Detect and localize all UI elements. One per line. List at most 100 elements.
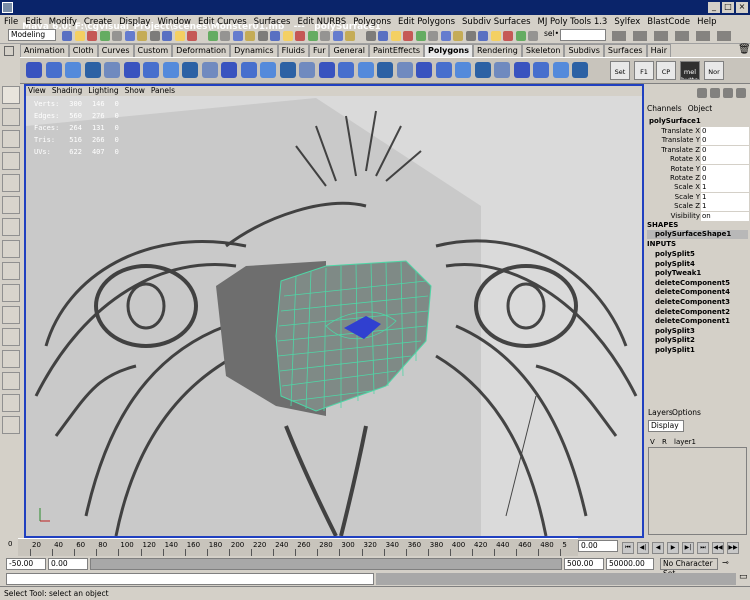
poly-tool-icon[interactable] <box>240 62 257 78</box>
status-tool-icon[interactable] <box>137 31 147 41</box>
status-tool-icon[interactable] <box>149 31 160 41</box>
attribute-row[interactable]: Visibility on <box>645 211 750 221</box>
menu-edit-nurbs[interactable]: Edit NURBS <box>297 17 346 27</box>
poly-tool-icon[interactable] <box>182 62 198 78</box>
shelf-tab-polygons[interactable]: Polygons <box>424 44 474 57</box>
cb-tab-object[interactable]: Object <box>688 104 712 113</box>
status-tool-icon[interactable] <box>295 31 305 41</box>
tool-button[interactable] <box>2 350 20 368</box>
playback-start-field[interactable]: 0.00 <box>48 558 88 570</box>
playback-button-4[interactable]: ▶| <box>682 542 694 554</box>
poly-tool-icon[interactable] <box>474 62 491 78</box>
tool-button[interactable] <box>2 328 20 346</box>
status-tool-icon[interactable] <box>307 31 318 41</box>
render-icon[interactable] <box>633 31 647 41</box>
playback-button-3[interactable]: ▶ <box>667 542 679 554</box>
poly-tool-icon[interactable] <box>552 62 569 78</box>
poly-tool-icon[interactable] <box>201 62 218 78</box>
status-tool-icon[interactable] <box>270 31 280 41</box>
shelf-button-0[interactable]: Set <box>610 61 630 80</box>
attribute-row[interactable]: Rotate Y0 <box>645 164 750 174</box>
status-tool-icon[interactable] <box>112 31 122 41</box>
status-tool-icon[interactable] <box>390 31 401 41</box>
shelf-tab-fur[interactable]: Fur <box>308 44 330 57</box>
menu-edit-curves[interactable]: Edit Curves <box>198 17 247 27</box>
input-node[interactable]: deleteComponent3 <box>655 298 730 306</box>
tool-button[interactable] <box>2 218 20 236</box>
panel-menu-lighting[interactable]: Lighting <box>88 86 118 96</box>
poly-tool-icon[interactable] <box>435 62 452 78</box>
quick-select-field[interactable] <box>560 29 606 41</box>
menu-surfaces[interactable]: Surfaces <box>254 17 291 27</box>
panel-menu-show[interactable]: Show <box>125 86 145 96</box>
shelf-tab-fluids[interactable]: Fluids <box>277 44 309 57</box>
poly-tool-icon[interactable] <box>396 62 413 78</box>
poly-tool-icon[interactable] <box>162 62 179 78</box>
menu-mj-poly-tools-1-3[interactable]: MJ Poly Tools 1.3 <box>538 17 608 27</box>
status-tool-icon[interactable] <box>453 31 463 41</box>
menu-display[interactable]: Display <box>119 17 150 27</box>
attribute-value[interactable]: 1 <box>701 202 749 212</box>
status-tool-icon[interactable] <box>415 31 426 41</box>
playback-button-1[interactable]: ◀| <box>637 542 649 554</box>
shelf-button-1[interactable]: F1 <box>634 61 654 80</box>
start-range-field[interactable]: -50.00 <box>6 558 46 570</box>
status-tool-icon[interactable] <box>99 31 110 41</box>
character-set-dropdown[interactable]: No Character Set <box>660 558 718 578</box>
poly-tool-icon[interactable] <box>279 62 296 78</box>
poly-tool-icon[interactable] <box>299 62 315 78</box>
shelf-tab-animation[interactable]: Animation <box>20 44 69 57</box>
tool-button[interactable] <box>2 284 20 302</box>
status-tool-icon[interactable] <box>232 31 243 41</box>
attribute-value[interactable]: 0 <box>701 145 749 155</box>
shelf-tab-cloth[interactable]: Cloth <box>68 44 98 57</box>
menu-help[interactable]: Help <box>697 17 716 27</box>
current-time-field[interactable]: 0.00 <box>578 540 618 552</box>
attribute-value[interactable]: 0 <box>701 127 749 136</box>
tool-button[interactable] <box>2 416 20 434</box>
panel-menu-view[interactable]: View <box>28 86 46 96</box>
options-tab[interactable]: Options <box>672 408 701 417</box>
input-node[interactable]: deleteComponent4 <box>655 288 730 296</box>
attribute-value[interactable]: 0 <box>701 174 749 183</box>
input-node[interactable]: polySplit2 <box>655 336 695 344</box>
tool-button[interactable] <box>2 372 20 390</box>
attribute-row[interactable]: Translate Z0 <box>645 145 750 155</box>
poly-tool-icon[interactable] <box>494 62 510 78</box>
shelf-tab-skeleton[interactable]: Skeleton <box>521 44 565 57</box>
poly-tool-icon[interactable] <box>65 62 81 78</box>
tool-button[interactable] <box>2 306 20 324</box>
visibility-toggle[interactable]: V <box>650 438 655 446</box>
tool-button[interactable] <box>2 152 20 170</box>
tool-button[interactable] <box>2 174 20 192</box>
poly-tool-icon[interactable] <box>455 62 471 78</box>
menu-file[interactable]: File <box>4 17 18 27</box>
render-icon[interactable] <box>696 31 710 41</box>
menu-blastcode[interactable]: BlastCode <box>647 17 690 27</box>
status-tool-icon[interactable] <box>62 31 72 41</box>
layers-tab[interactable]: Layers <box>648 408 673 417</box>
poly-tool-icon[interactable] <box>318 62 335 78</box>
script-editor-icon[interactable]: ▭ <box>739 572 748 582</box>
menu-sylfex[interactable]: Sylfex <box>614 17 640 27</box>
attribute-value[interactable]: 1 <box>701 192 749 202</box>
cb-mode-icon[interactable] <box>710 88 720 98</box>
status-tool-icon[interactable] <box>87 31 97 41</box>
tool-button[interactable] <box>2 240 20 258</box>
poly-tool-icon[interactable] <box>104 62 120 78</box>
mode-selector[interactable]: Modeling <box>8 29 56 41</box>
menu-modify[interactable]: Modify <box>49 17 77 27</box>
playback-button-7[interactable]: ▶▶ <box>727 542 739 554</box>
attribute-row[interactable]: Rotate X0 <box>645 155 750 165</box>
menu-create[interactable]: Create <box>84 17 112 27</box>
cb-mode-icon[interactable] <box>723 88 733 98</box>
playback-button-0[interactable]: ⏮ <box>622 542 634 554</box>
status-tool-icon[interactable] <box>478 31 488 41</box>
attribute-row[interactable]: Translate X0 <box>645 127 750 136</box>
maximize-icon[interactable]: □ <box>722 2 734 13</box>
status-tool-icon[interactable] <box>245 31 255 41</box>
playback-button-5[interactable]: ⏭ <box>697 542 709 554</box>
panel-menu-shading[interactable]: Shading <box>52 86 82 96</box>
status-tool-icon[interactable] <box>345 31 355 41</box>
cb-tab-channels[interactable]: Channels <box>647 104 682 113</box>
